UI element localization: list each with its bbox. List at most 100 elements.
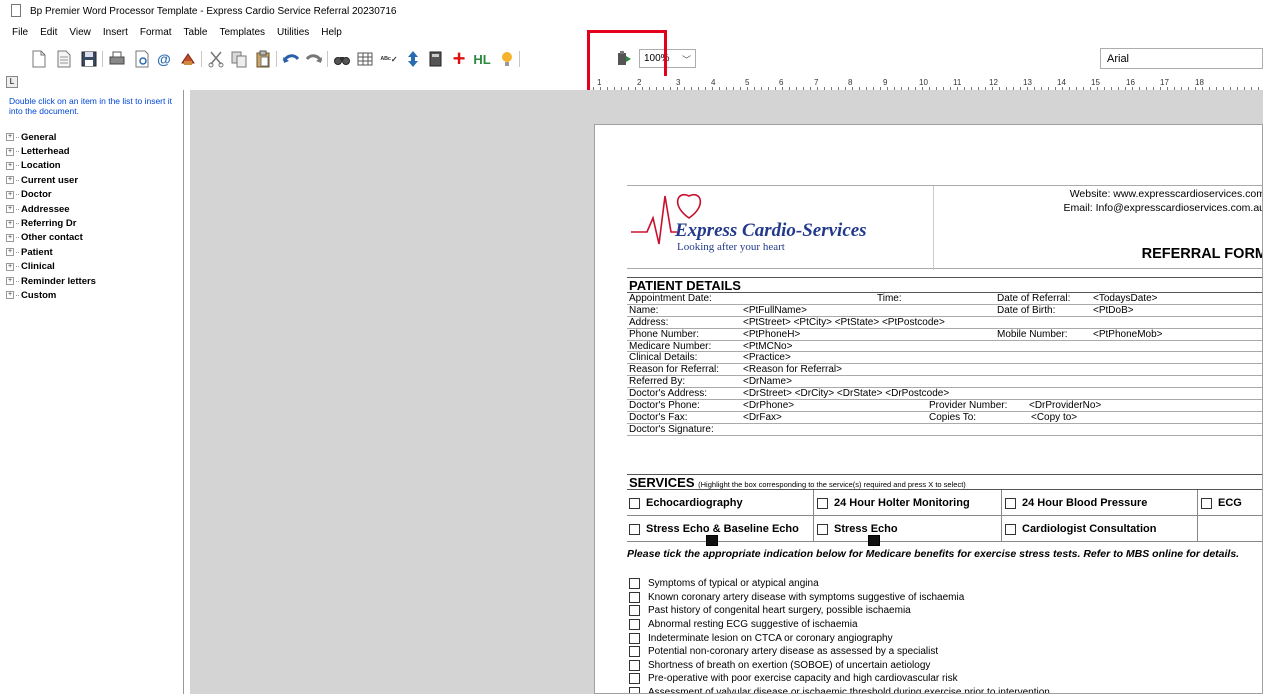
checkbox[interactable] [629,578,640,590]
checkbox[interactable] [817,523,828,535]
indication-item[interactable]: Potential non-coronary artery disease as… [629,645,1249,659]
menu-format[interactable]: Format [134,25,178,41]
menu-utilities[interactable]: Utilities [271,25,315,41]
open-document-icon[interactable] [54,49,74,69]
tree-item-letterhead[interactable]: + Letterhead [6,144,96,158]
checkbox[interactable] [629,605,640,617]
lightbulb-icon[interactable] [497,49,517,69]
expand-icon[interactable]: + [6,205,14,214]
field-value[interactable]: <Practice> [743,352,791,363]
tree-item-doctor[interactable]: + Doctor [6,188,96,202]
form-field-marker[interactable] [706,535,718,546]
tree-item-patient[interactable]: + Patient [6,245,96,259]
menu-edit[interactable]: Edit [34,25,63,41]
font-select[interactable]: Arial [1100,48,1263,69]
print-preview-icon[interactable] [132,49,152,69]
service-holter[interactable]: 24 Hour Holter Monitoring [817,490,970,516]
form-field-marker[interactable] [868,535,880,546]
service-blood-pressure[interactable]: 24 Hour Blood Pressure [1005,490,1147,516]
checkbox[interactable] [629,673,640,685]
tree-item-other-contact[interactable]: + Other contact [6,231,96,245]
hl-icon[interactable]: HL [472,49,492,69]
field-value[interactable]: <PtMCNo> [743,341,792,352]
tree-item-referring-dr[interactable]: + Referring Dr [6,216,96,230]
tree-item-reminder-letters[interactable]: + Reminder letters [6,274,96,288]
indication-item[interactable]: Pre-operative with poor exercise capacit… [629,672,1249,686]
field-value[interactable]: <Reason for Referral> [743,364,842,375]
field-value[interactable]: <DrStreet> <DrCity> <DrState> <DrPostcod… [743,388,949,399]
expand-icon[interactable]: + [6,176,14,185]
expand-icon[interactable]: + [6,190,14,199]
paste-icon[interactable] [253,49,273,69]
new-document-icon[interactable] [29,49,49,69]
spell-icon[interactable] [178,49,198,69]
menu-view[interactable]: View [63,25,97,41]
indication-item[interactable]: Symptoms of typical or atypical angina [629,577,1249,591]
indication-item[interactable]: Known coronary artery disease with sympt… [629,591,1249,605]
add-icon[interactable]: + [449,46,469,71]
field-value[interactable]: <Copy to> [1031,412,1077,423]
service-ecg[interactable]: ECG [1201,490,1242,516]
expand-icon[interactable]: + [6,248,14,257]
menu-insert[interactable]: Insert [97,25,134,41]
expand-icon[interactable]: + [6,233,14,242]
tree-item-addressee[interactable]: + Addressee [6,202,96,216]
tree-item-general[interactable]: + General [6,130,96,144]
tree-item-location[interactable]: + Location [6,159,96,173]
menu-templates[interactable]: Templates [213,25,271,41]
tree-item-clinical[interactable]: + Clinical [6,260,96,274]
cut-icon[interactable] [206,49,226,69]
indication-item[interactable]: Assessment of valvular disease or ischae… [629,686,1249,693]
ruler-tab-selector[interactable]: L [6,76,18,88]
email-icon[interactable]: @ [154,49,174,69]
service-echocardiography[interactable]: Echocardiography [629,490,743,516]
tree-item-custom[interactable]: + Custom [6,288,96,302]
indication-item[interactable]: Indeterminate lesion on CTCA or coronary… [629,631,1249,645]
checkbox[interactable] [629,619,640,631]
field-value[interactable]: <PtPhoneH> [743,329,800,340]
sort-icon[interactable] [403,49,423,69]
field-value[interactable]: <TodaysDate> [1093,293,1158,304]
checkbox[interactable] [629,497,640,509]
checkbox[interactable] [1005,497,1016,509]
checkbox[interactable] [1005,523,1016,535]
expand-icon[interactable]: + [6,262,14,271]
expand-icon[interactable]: + [6,219,14,228]
indication-item[interactable]: Abnormal resting ECG suggestive of ischa… [629,618,1249,632]
expand-icon[interactable]: + [6,147,14,156]
table-icon[interactable] [355,49,375,69]
checkbox[interactable] [817,497,828,509]
menu-file[interactable]: File [6,25,34,41]
copy-icon[interactable] [229,49,249,69]
expand-icon[interactable]: + [6,277,14,286]
save-icon[interactable] [79,49,99,69]
undo-icon[interactable] [281,49,301,69]
field-value[interactable]: <DrFax> [743,412,782,423]
checkbox[interactable] [629,632,640,644]
checkbox[interactable] [629,687,640,693]
field-value[interactable]: <DrName> [743,376,792,387]
field-value[interactable]: <PtFullName> [743,305,807,316]
checkbox[interactable] [629,523,640,535]
indication-item[interactable]: Shortness of breath on exertion (SOBOE) … [629,659,1249,673]
service-cardiologist[interactable]: Cardiologist Consultation [1005,516,1156,542]
field-value[interactable]: <PtStreet> <PtCity> <PtState> <PtPostcod… [743,317,945,328]
checkbox[interactable] [629,591,640,603]
spellcheck-icon[interactable]: ᴬᴮᶜ✓ [379,49,399,69]
insert-field-icon[interactable] [426,49,446,69]
service-stress-echo[interactable]: Stress Echo [817,516,898,542]
field-value[interactable]: <PtDoB> [1093,305,1134,316]
indication-item[interactable]: Past history of congenital heart surgery… [629,604,1249,618]
menu-table[interactable]: Table [178,25,214,41]
find-icon[interactable] [332,49,352,69]
tree-item-current-user[interactable]: + Current user [6,173,96,187]
checkbox[interactable] [1201,497,1212,509]
field-value[interactable]: <PtPhoneMob> [1093,329,1163,340]
expand-icon[interactable]: + [6,291,14,300]
field-value[interactable]: <DrProviderNo> [1029,400,1101,411]
document-page[interactable]: Express Cardio-Services Looking after yo… [594,124,1263,694]
menu-help[interactable]: Help [315,25,348,41]
expand-icon[interactable]: + [6,161,14,170]
checkbox[interactable] [629,646,640,658]
redo-icon[interactable] [304,49,324,69]
